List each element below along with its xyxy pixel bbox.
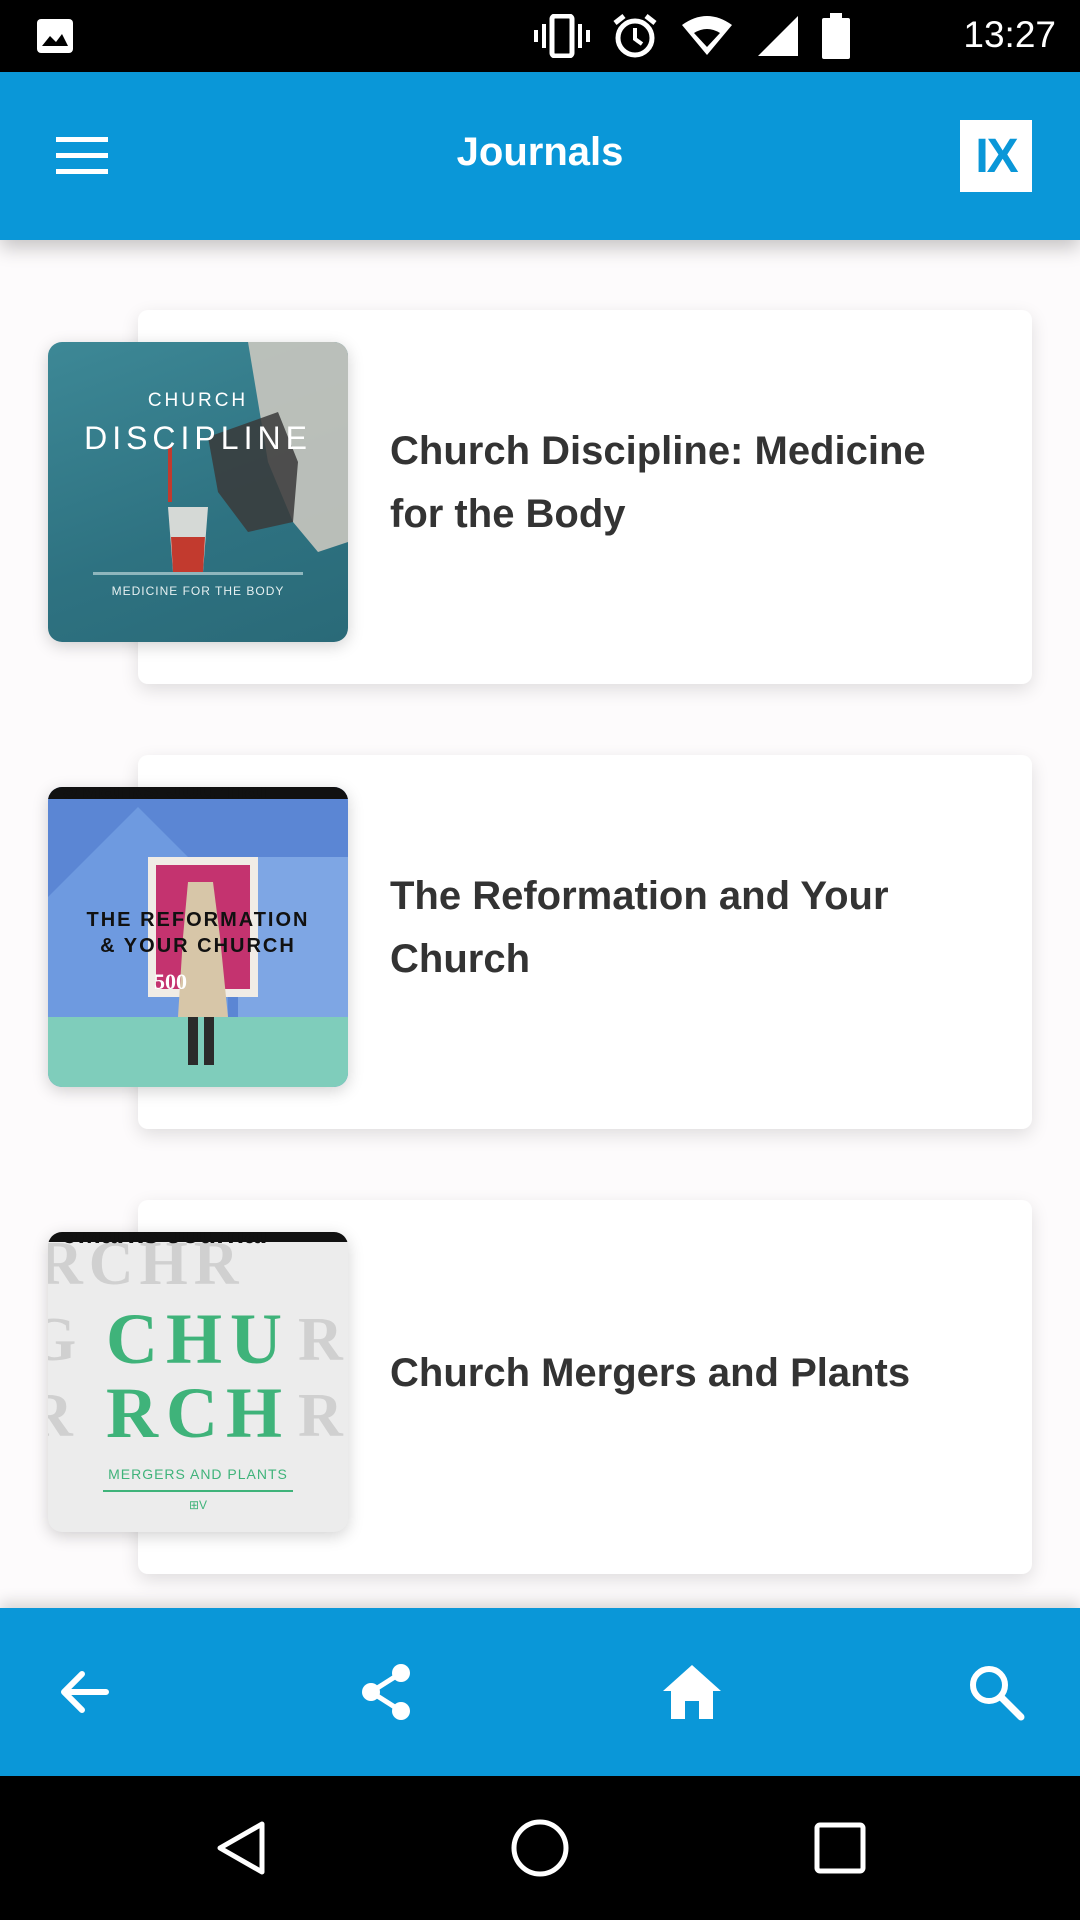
share-icon[interactable]	[355, 1661, 417, 1723]
bottom-toolbar	[0, 1608, 1080, 1776]
back-triangle-icon[interactable]	[212, 1818, 272, 1878]
home-button[interactable]	[656, 1656, 728, 1728]
journal-title[interactable]: Church Discipline: Medicine for the Body	[390, 420, 990, 546]
cover-header-text: 9Marks Journal	[62, 787, 268, 804]
nav-back-button[interactable]	[206, 1812, 278, 1884]
cover-line2-text: & YOUR CHURCH	[100, 935, 296, 957]
battery-icon	[822, 13, 850, 59]
cover-bottom-text: MERGERS AND PLANTS	[108, 1466, 288, 1482]
journal-cover[interactable]: RCHR G R R R 9Marks Journal CHU RCH MERG…	[48, 1232, 348, 1532]
journal-item[interactable]: 9Marks Journal THE REFORMATION & YOUR CH…	[0, 685, 1080, 1129]
cover-line1-text: CHU	[106, 1299, 290, 1379]
back-arrow-icon[interactable]	[56, 1664, 112, 1720]
wifi-icon	[682, 16, 732, 55]
signal-icon	[758, 16, 798, 56]
image-icon	[37, 19, 73, 53]
journal-item[interactable]: CHURCH DISCIPLINE MEDICINE FOR THE BODY …	[0, 240, 1080, 684]
vibrate-icon	[534, 14, 590, 58]
home-circle-icon[interactable]	[509, 1817, 571, 1879]
search-button[interactable]	[960, 1656, 1032, 1728]
status-bar: 13:27	[0, 0, 1080, 72]
cover-line1-text: THE REFORMATION	[86, 909, 310, 931]
journal-list: CHURCH DISCIPLINE MEDICINE FOR THE BODY …	[0, 240, 1080, 1608]
home-icon[interactable]	[661, 1663, 723, 1721]
cover-publisher-mark: ⊞V	[188, 1498, 208, 1512]
journal-title[interactable]: Church Mergers and Plants	[390, 1342, 990, 1405]
share-button[interactable]	[350, 1656, 422, 1728]
cover-header-text: 9Marks Journal	[62, 1232, 268, 1249]
search-icon[interactable]	[967, 1663, 1025, 1721]
recents-square-icon[interactable]	[812, 1820, 868, 1876]
nav-home-button[interactable]	[504, 1812, 576, 1884]
cover-line2-text: RCH	[106, 1373, 290, 1453]
alarm-icon	[613, 14, 657, 58]
cover-bottom-text: MEDICINE FOR THE BODY	[111, 584, 285, 598]
page-title: Journals	[456, 130, 624, 174]
system-nav-bar	[0, 1776, 1080, 1920]
journal-title[interactable]: The Reformation and Your Church	[390, 865, 990, 991]
cover-main-text: DISCIPLINE	[84, 420, 312, 456]
cover-badge: 500	[154, 969, 187, 994]
nav-recents-button[interactable]	[804, 1812, 876, 1884]
journal-cover[interactable]: CHURCH DISCIPLINE MEDICINE FOR THE BODY	[48, 342, 348, 642]
journal-item[interactable]: RCHR G R R R 9Marks Journal CHU RCH MERG…	[0, 1130, 1080, 1574]
app-bar: Journals IX	[0, 72, 1080, 240]
status-time: 13:27	[963, 14, 1056, 55]
journal-cover[interactable]: 9Marks Journal THE REFORMATION & YOUR CH…	[48, 787, 348, 1087]
back-button[interactable]	[48, 1656, 120, 1728]
cover-top-text: CHURCH	[147, 390, 249, 411]
app-logo[interactable]: IX	[960, 120, 1032, 192]
